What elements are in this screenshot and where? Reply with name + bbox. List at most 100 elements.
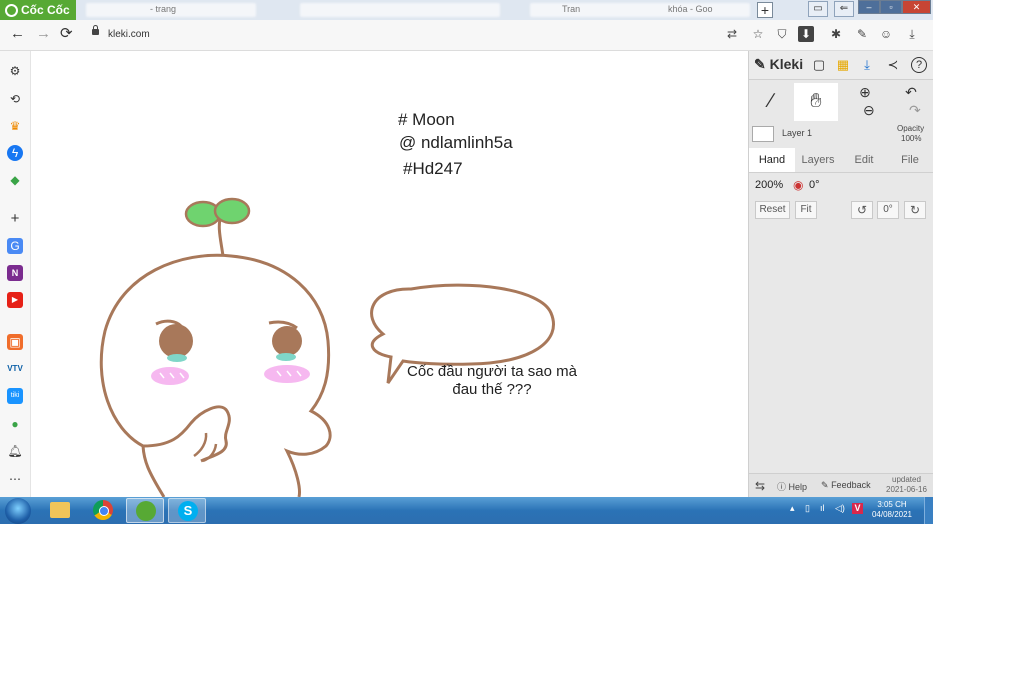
right-blush bbox=[264, 365, 310, 383]
game-icon[interactable]: ◆ bbox=[7, 172, 23, 188]
help-label: Help bbox=[788, 482, 808, 492]
layer-name: Layer 1 bbox=[782, 128, 813, 138]
opacity-label: Opacity bbox=[897, 124, 925, 133]
reset-button[interactable]: Reset bbox=[755, 201, 790, 219]
tab-edit[interactable]: Edit bbox=[842, 148, 886, 172]
antivirus-icon[interactable]: V bbox=[852, 503, 863, 514]
crown-icon[interactable]: ♛ bbox=[7, 118, 23, 134]
onenote-icon[interactable]: N bbox=[7, 265, 23, 281]
layer-row[interactable]: Layer 1 Opacity 100% bbox=[749, 123, 933, 147]
new-image-icon[interactable]: ▢ bbox=[811, 57, 827, 73]
browser-sidebar: ⚙ ⟲ ♛ ϟ ◆ + G N ▶ ▣ VTV tiki ● 🔔︎ ⋯ bbox=[0, 51, 31, 497]
gear-icon[interactable]: ⚙ bbox=[7, 63, 23, 79]
feedback-link[interactable]: ✎ Feedback bbox=[821, 480, 871, 491]
tiki-icon[interactable]: tiki bbox=[7, 388, 23, 404]
tray-expand-icon[interactable]: ▴ bbox=[790, 503, 795, 513]
kleki-logo[interactable]: ✎ Kleki bbox=[754, 56, 803, 73]
tab-2[interactable] bbox=[300, 3, 500, 17]
minimize-button[interactable]: – bbox=[858, 0, 880, 14]
drawing-canvas[interactable]: # Moon @ ndlamlinh5a #Hd247 Cốc đầu ngườ… bbox=[31, 51, 747, 497]
rotate-right-icon[interactable]: ↻ bbox=[904, 201, 926, 219]
vtv-icon[interactable]: VTV bbox=[7, 361, 23, 377]
extension-sidebar-icon[interactable]: ● bbox=[7, 416, 23, 432]
new-tab-button[interactable]: + bbox=[757, 2, 773, 18]
rotate-zero-button[interactable]: 0° bbox=[877, 201, 899, 219]
layer-thumbnail bbox=[752, 126, 774, 142]
back-icon[interactable]: ← bbox=[10, 26, 25, 42]
compass-icon: ◉ bbox=[793, 178, 804, 192]
hand-tool-icon[interactable]: ✋︎ bbox=[794, 83, 838, 121]
undo-redo-icon[interactable]: ↶ ↷ bbox=[889, 83, 933, 121]
updated-label: updated bbox=[892, 475, 921, 484]
rocket-icon[interactable]: ✎ bbox=[854, 26, 870, 42]
forward-icon[interactable]: → bbox=[36, 26, 51, 42]
skype-icon: S bbox=[178, 501, 198, 521]
zoom-tool-icon[interactable]: ⊕ ⊖ bbox=[843, 83, 887, 121]
clock-time: 3:05 CH bbox=[877, 500, 907, 509]
coccoc-icon bbox=[136, 501, 156, 521]
coccoc-taskbar-icon[interactable] bbox=[126, 498, 164, 523]
maximize-button[interactable]: ▫ bbox=[880, 0, 902, 14]
help-link[interactable]: ⓘ Help bbox=[777, 480, 807, 493]
history-icon[interactable]: ⟲ bbox=[7, 91, 23, 107]
share-icon[interactable]: ≺ bbox=[885, 57, 901, 73]
save-icon[interactable]: ▦ bbox=[835, 57, 851, 73]
brush-tool-icon[interactable]: ∕ bbox=[749, 83, 793, 121]
swap-side-icon[interactable]: ⇆ bbox=[755, 479, 765, 493]
feedback-label: Feedback bbox=[831, 480, 871, 490]
volume-icon[interactable]: ◁) bbox=[835, 503, 845, 513]
back-tab-icon[interactable]: ⇐ bbox=[834, 1, 854, 17]
right-eye bbox=[272, 326, 302, 356]
kleki-logo-icon: ✎ bbox=[754, 56, 766, 72]
coccoc-menu-button[interactable]: Cốc Cốc bbox=[0, 0, 76, 20]
browser-window: Cốc Cốc - trang Tran khóa - Goo + ▭ ⇐ – … bbox=[0, 0, 933, 524]
left-tear bbox=[167, 354, 187, 362]
bookmark-star-icon[interactable]: ☆ bbox=[750, 26, 766, 42]
zoom-value: 200% bbox=[755, 179, 784, 191]
title-bar: Cốc Cốc - trang Tran khóa - Goo + ▭ ⇐ – … bbox=[0, 0, 933, 20]
translate-icon[interactable]: ⇄ bbox=[724, 26, 740, 42]
bell-icon[interactable]: 🔔︎ bbox=[7, 443, 23, 459]
store-icon[interactable]: ▣ bbox=[7, 334, 23, 350]
taskbar-clock[interactable]: 3:05 CH 04/08/2021 bbox=[868, 500, 916, 520]
more-icon[interactable]: ⋯ bbox=[7, 471, 23, 487]
brand-label: Cốc Cốc bbox=[21, 3, 70, 17]
youtube-icon[interactable]: ▶ bbox=[7, 292, 23, 308]
downloads-icon[interactable]: ⤓ bbox=[904, 26, 920, 42]
extensions-icon[interactable]: ✱ bbox=[828, 26, 844, 42]
device-icon[interactable]: ▯ bbox=[805, 503, 810, 513]
tab-layers[interactable]: Layers bbox=[796, 148, 840, 172]
right-tear bbox=[276, 353, 296, 361]
tab-1-label: - trang bbox=[150, 4, 177, 14]
explorer-taskbar-icon[interactable] bbox=[42, 498, 80, 523]
add-icon[interactable]: + bbox=[7, 211, 23, 227]
show-desktop-button[interactable] bbox=[924, 497, 933, 524]
fit-button[interactable]: Fit bbox=[795, 201, 817, 219]
folder-icon bbox=[50, 502, 70, 518]
network-icon[interactable]: ıl bbox=[820, 503, 825, 513]
messenger-icon[interactable]: ϟ bbox=[7, 145, 23, 161]
close-button[interactable]: ✕ bbox=[902, 0, 931, 14]
left-eye bbox=[159, 324, 193, 358]
url-field[interactable]: kleki.com bbox=[90, 25, 740, 45]
chrome-taskbar-icon[interactable] bbox=[84, 498, 122, 523]
kleki-panel: ✎ Kleki ▢ ▦ ⤓ ≺ ? ∕ ✋︎ ⊕ ⊖ ↶ ↷ Layer 1 O… bbox=[748, 51, 933, 498]
help-icon[interactable]: ? bbox=[911, 57, 927, 73]
skype-taskbar-icon[interactable]: S bbox=[168, 498, 206, 523]
chrome-center bbox=[99, 506, 109, 516]
start-button[interactable] bbox=[5, 498, 31, 524]
help-circle-icon: ⓘ bbox=[777, 482, 787, 492]
download-icon[interactable]: ⤓ bbox=[859, 57, 875, 73]
speech-bubble-text: Cốc đầu người ta sao mà đau thế ??? bbox=[407, 363, 577, 398]
profile-icon[interactable]: ☺ bbox=[878, 26, 894, 42]
kleki-header: ✎ Kleki ▢ ▦ ⤓ ≺ ? bbox=[749, 51, 933, 80]
tab-file[interactable]: File bbox=[888, 148, 932, 172]
tab-hand[interactable]: Hand bbox=[749, 148, 795, 172]
panel-footer: ⇆ ⓘ Help ✎ Feedback updated 2021-06-16 bbox=[749, 473, 933, 498]
shield-icon[interactable]: ⛉ bbox=[774, 26, 790, 42]
download-video-icon[interactable]: ⬇ bbox=[798, 26, 814, 42]
screenshot-icon[interactable]: ▭ bbox=[808, 1, 828, 17]
translate-sidebar-icon[interactable]: G bbox=[7, 238, 23, 254]
reload-icon[interactable]: ⟳ bbox=[60, 26, 73, 42]
rotate-left-icon[interactable]: ↺ bbox=[851, 201, 873, 219]
